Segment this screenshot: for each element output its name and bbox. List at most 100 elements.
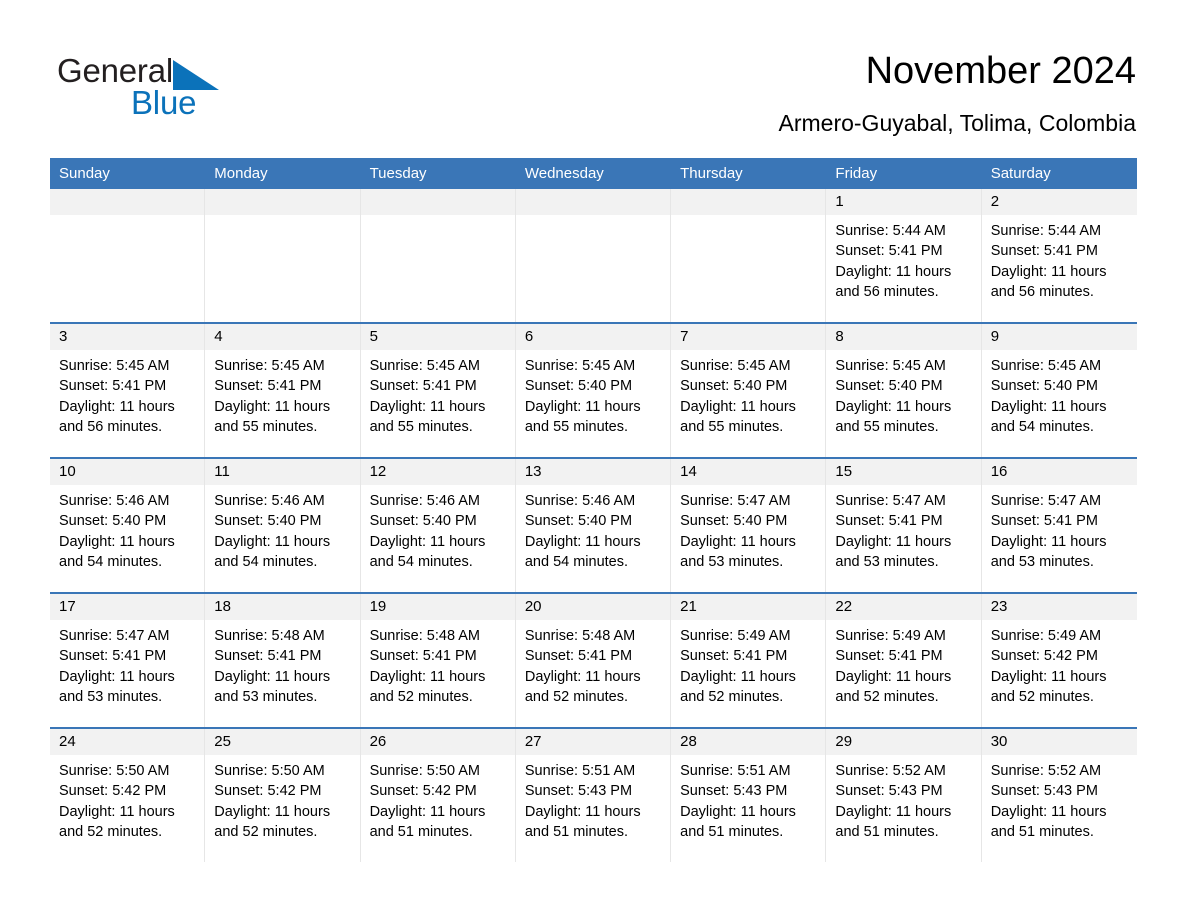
weekday-header-friday: Friday [835,165,878,182]
day-detail-line: Sunset: 5:40 PM [524,378,633,395]
calendar-day-cell[interactable]: 30 Sunrise: 5:52 AM Sunset: 5:43 PM Dayligh… [981,729,1137,862]
day-detail-line: and 54 minutes. [990,418,1094,435]
day-detail-line: and 54 minutes. [369,553,473,570]
calendar-day-cell[interactable]: 14 Sunrise: 5:47 AM Sunset: 5:40 PM Dayligh… [671,459,827,592]
calendar-day-cell[interactable]: 17 Sunrise: 5:47 AM Sunset: 5:41 PM Dayligh… [50,594,206,727]
day-detail-line: Sunset: 5:43 PM [524,783,633,800]
calendar-day-cell[interactable]: 20 Sunrise: 5:48 AM Sunset: 5:41 PM Dayligh… [515,594,672,727]
day-detail-line: Sunrise: 5:45 AM [524,358,636,374]
day-number: 6 [524,328,534,345]
day-number-band: 27 [515,729,671,755]
day-detail-line: Daylight: 11 hours [835,263,952,280]
day-number-band: 25 [205,729,360,755]
calendar-day-cell[interactable]: 11 Sunrise: 5:46 AM Sunset: 5:40 PM Dayligh… [205,459,361,592]
calendar-day-cell-empty [671,189,827,322]
day-detail-line: Sunrise: 5:48 AM [214,628,325,644]
day-detail-lines: Sunrise: 5:50 AM Sunset: 5:42 PM Daylight:… [205,755,359,842]
calendar-day-cell[interactable]: 28 Sunrise: 5:51 AM Sunset: 5:43 PM Dayligh… [671,729,827,862]
day-detail-line: and 56 minutes. [835,283,939,300]
day-number: 28 [680,733,697,750]
day-number-band [671,189,826,215]
day-detail-line: and 51 minutes. [990,823,1094,840]
day-number: 23 [990,598,1008,615]
day-number-band: 29 [826,729,981,755]
calendar-day-cell[interactable]: 13 Sunrise: 5:46 AM Sunset: 5:40 PM Dayligh… [515,459,672,592]
day-number-band: 26 [360,729,515,755]
calendar-day-cell[interactable]: 7 Sunrise: 5:45 AM Sunset: 5:40 PM Daylight… [671,324,827,457]
day-detail-line: Sunrise: 5:50 AM [369,763,480,779]
calendar-day-cell[interactable]: 10 Sunrise: 5:46 AM Sunset: 5:40 PM Dayligh… [50,459,206,592]
day-detail-line: and 52 minutes. [524,688,629,705]
calendar-day-cell[interactable]: 9 Sunrise: 5:45 AM Sunset: 5:40 PM Daylight… [981,324,1137,457]
day-detail-line: Sunrise: 5:47 AM [835,493,946,509]
day-detail-line: and 51 minutes. [835,823,939,840]
calendar-body: 1 Sunrise: 5:44 AM Sunset: 5:41 PM Daylight… [50,189,1137,862]
day-detail-lines: Sunrise: 5:45 AM Sunset: 5:40 PM Daylight:… [982,350,1137,437]
calendar-day-cell[interactable]: 4 Sunrise: 5:45 AM Sunset: 5:41 PM Daylight… [205,324,361,457]
calendar-day-cell[interactable]: 8 Sunrise: 5:45 AM Sunset: 5:40 PM Daylight… [826,324,982,457]
day-number: 22 [835,598,853,615]
day-detail-line: Sunset: 5:43 PM [835,783,943,800]
calendar-day-cell[interactable]: 25 Sunrise: 5:50 AM Sunset: 5:42 PM Dayligh… [205,729,361,862]
day-detail-line: and 55 minutes. [369,418,473,435]
day-detail-line: Sunset: 5:42 PM [59,783,167,800]
calendar-day-cell[interactable]: 21 Sunrise: 5:49 AM Sunset: 5:41 PM Dayligh… [671,594,827,727]
day-detail-line: Sunset: 5:41 PM [990,243,1098,260]
calendar-day-cell[interactable]: 27 Sunrise: 5:51 AM Sunset: 5:43 PM Dayligh… [515,729,672,862]
day-number: 16 [990,463,1008,480]
day-number-band: 15 [826,459,981,485]
day-number: 9 [990,328,1000,345]
day-detail-line: Sunrise: 5:46 AM [524,493,636,509]
day-detail-line: Sunrise: 5:48 AM [524,628,636,644]
day-number-band: 9 [981,324,1137,350]
calendar-day-cell[interactable]: 2 Sunrise: 5:44 AM Sunset: 5:41 PM Daylight… [981,189,1137,322]
calendar-week-row: 10 Sunrise: 5:46 AM Sunset: 5:40 PM Dayligh… [50,457,1137,592]
generalblue-logo[interactable]: General Blue [57,52,317,124]
calendar-day-cell[interactable]: 15 Sunrise: 5:47 AM Sunset: 5:41 PM Dayligh… [826,459,982,592]
day-detail-lines [205,215,359,221]
calendar-day-cell[interactable]: 16 Sunrise: 5:47 AM Sunset: 5:41 PM Dayligh… [981,459,1137,592]
day-detail-line: Sunset: 5:41 PM [214,378,322,395]
weekday-header-row: Sunday Monday Tuesday Wednesday Thursday Frid… [50,158,1137,189]
calendar-day-cell[interactable]: 26 Sunrise: 5:50 AM Sunset: 5:42 PM Dayligh… [360,729,516,862]
day-detail-line: Sunrise: 5:49 AM [990,628,1102,644]
calendar-day-cell[interactable]: 6 Sunrise: 5:45 AM Sunset: 5:40 PM Daylight… [515,324,672,457]
day-detail-line: Sunset: 5:40 PM [369,513,477,530]
day-detail-line: and 55 minutes. [214,418,318,435]
day-detail-lines: Sunrise: 5:45 AM Sunset: 5:40 PM Daylight:… [516,350,670,437]
day-detail-line: and 53 minutes. [214,688,318,705]
day-detail-line: and 53 minutes. [835,553,939,570]
calendar-day-cell[interactable]: 3 Sunrise: 5:45 AM Sunset: 5:41 PM Daylight… [50,324,206,457]
day-detail-lines: Sunrise: 5:45 AM Sunset: 5:41 PM Daylight:… [205,350,359,437]
calendar-day-cell-empty [205,189,361,322]
calendar-day-cell[interactable]: 22 Sunrise: 5:49 AM Sunset: 5:41 PM Dayligh… [826,594,982,727]
day-detail-lines: Sunrise: 5:48 AM Sunset: 5:41 PM Daylight:… [205,620,359,707]
calendar-day-cell[interactable]: 19 Sunrise: 5:48 AM Sunset: 5:41 PM Dayligh… [360,594,516,727]
calendar-day-cell[interactable]: 5 Sunrise: 5:45 AM Sunset: 5:41 PM Daylight… [360,324,516,457]
day-number-band: 19 [360,594,515,620]
day-number: 4 [214,328,223,345]
day-number: 11 [214,463,230,480]
day-number: 3 [59,328,68,345]
day-number-band: 30 [981,729,1137,755]
day-detail-line: Daylight: 11 hours [369,668,486,685]
calendar-day-cell[interactable]: 18 Sunrise: 5:48 AM Sunset: 5:41 PM Dayligh… [205,594,361,727]
day-detail-line: and 51 minutes. [680,823,784,840]
day-detail-lines [671,215,825,221]
day-detail-line: and 55 minutes. [524,418,629,435]
day-detail-line: Daylight: 11 hours [369,803,486,820]
calendar-day-cell[interactable]: 29 Sunrise: 5:52 AM Sunset: 5:43 PM Dayligh… [826,729,982,862]
calendar-day-cell[interactable]: 23 Sunrise: 5:49 AM Sunset: 5:42 PM Dayligh… [981,594,1137,727]
day-detail-line: Daylight: 11 hours [835,803,952,820]
day-number-band: 21 [671,594,826,620]
calendar-day-cell-empty [360,189,516,322]
day-number: 13 [524,463,542,480]
day-number: 5 [369,328,378,345]
calendar-day-cell[interactable]: 12 Sunrise: 5:46 AM Sunset: 5:40 PM Dayligh… [360,459,516,592]
calendar-day-cell[interactable]: 24 Sunrise: 5:50 AM Sunset: 5:42 PM Dayligh… [50,729,206,862]
weekday-header-thursday: Thursday [680,165,743,182]
day-detail-line: Daylight: 11 hours [990,803,1107,820]
day-detail-line: Daylight: 11 hours [835,398,952,415]
day-number: 10 [59,463,76,480]
calendar-day-cell[interactable]: 1 Sunrise: 5:44 AM Sunset: 5:41 PM Daylight… [826,189,982,322]
